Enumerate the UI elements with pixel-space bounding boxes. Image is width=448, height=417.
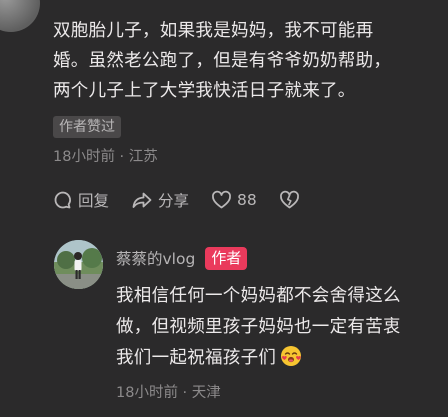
meta-separator: ·	[114, 149, 129, 165]
comment-line: 双胞胎儿子，如果我是妈妈，我不可能再	[53, 21, 374, 41]
comment-body: 双胞胎儿子，如果我是妈妈，我不可能再 婚。虽然老公跑了，但是有爷爷奶奶帮助， 两…	[53, 16, 441, 106]
share-label: 分享	[158, 192, 190, 210]
comment-meta: 18小时前 · 江苏	[53, 145, 158, 166]
comment-actions: 回复 分享 88	[53, 188, 305, 212]
reply-author-name[interactable]: 蔡蔡的vlog	[116, 247, 195, 269]
reply-label: 回复	[78, 192, 110, 210]
like-button[interactable]: 88	[211, 190, 257, 210]
share-arrow-icon	[132, 192, 152, 208]
like-count: 88	[237, 191, 257, 209]
reply-header: 蔡蔡的vlog 作者	[116, 246, 248, 270]
meta-separator: ·	[177, 385, 192, 401]
dislike-button[interactable]	[279, 190, 305, 210]
heart-icon	[212, 190, 231, 209]
reply-button[interactable]: 回复	[53, 189, 109, 211]
comment-location: 江苏	[128, 149, 158, 165]
author-badge: 作者	[205, 246, 248, 270]
comment-line: 婚。虽然老公跑了，但是有爷爷奶奶帮助，	[53, 51, 392, 71]
author-liked-badge: 作者赞过	[53, 116, 121, 138]
reply-bubble-icon	[54, 191, 71, 209]
reply-time: 18小时前	[116, 385, 178, 401]
share-button[interactable]: 分享	[131, 189, 189, 211]
avatar-photo	[54, 240, 103, 289]
comment-time: 18小时前	[53, 149, 115, 165]
reply-author-avatar[interactable]	[54, 240, 103, 289]
reply-line: 我相信任何一个妈妈都不会舍得这么	[116, 286, 401, 306]
reply-line: 我们一起祝福孩子们	[116, 348, 277, 368]
reply-location: 天津	[191, 385, 221, 401]
smiling-face-with-hearts-emoji	[281, 346, 302, 366]
broken-heart-icon	[279, 190, 299, 209]
reply-line: 做，但视频里孩子妈妈也一定有苦衷	[116, 317, 401, 337]
reply-line-last: 我们一起祝福孩子们	[116, 343, 446, 374]
reply-meta: 18小时前 · 天津	[116, 381, 221, 402]
comment-thread: 双胞胎儿子，如果我是妈妈，我不可能再 婚。虽然老公跑了，但是有爷爷奶奶帮助， 两…	[0, 0, 448, 417]
comment-line: 两个儿子上了大学我快活日子就来了。	[53, 81, 356, 101]
commenter-avatar[interactable]	[0, 0, 40, 32]
reply-body: 我相信任何一个妈妈都不会舍得这么 做，但视频里孩子妈妈也一定有苦衷 我们一起祝福…	[116, 281, 446, 374]
